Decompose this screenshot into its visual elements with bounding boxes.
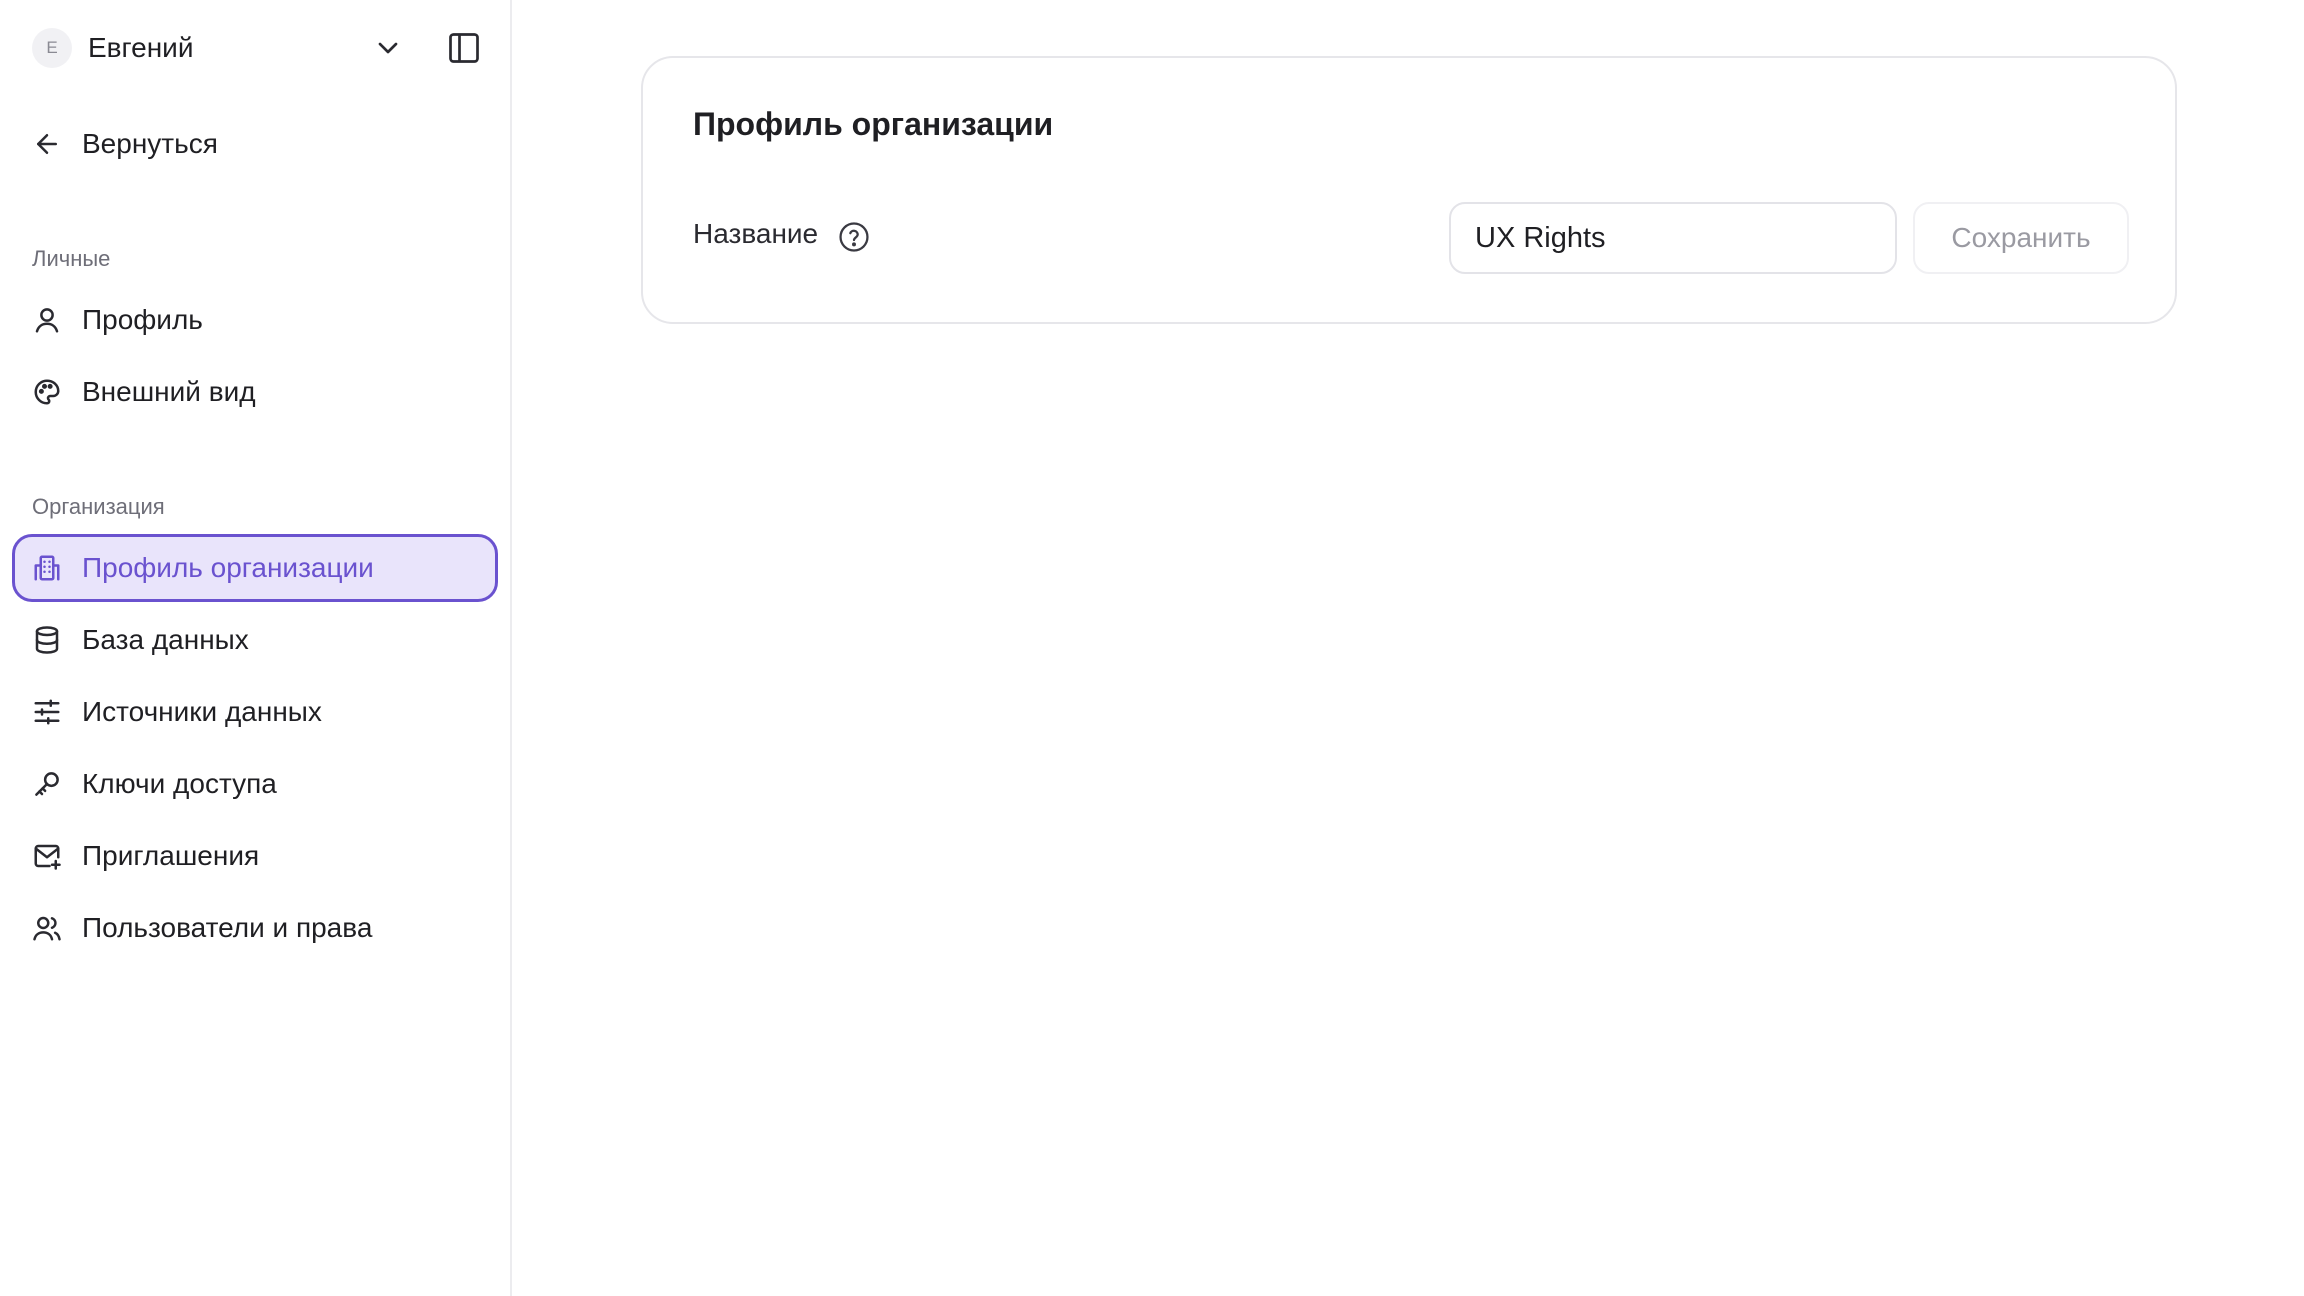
organization-name-input[interactable] (1449, 202, 1897, 274)
sidebar-item-label: Профиль организации (82, 552, 374, 583)
sidebar-item-label: Ключи доступа (82, 768, 277, 799)
sidebar-item-label: Внешний вид (82, 376, 256, 407)
sidebar-item-appearance[interactable]: Внешний вид (12, 358, 498, 426)
sidebar-toggle-icon[interactable] (446, 30, 482, 66)
arrow-left-icon (37, 134, 57, 154)
sidebar-item-label: Пользователи и права (82, 912, 373, 943)
name-field-label: Название (693, 218, 819, 249)
sidebar-item-data-sources[interactable]: Источники данных (12, 678, 498, 746)
organization-profile-card: Профиль организации Название Сохранить (641, 56, 2177, 324)
users-icon (33, 916, 61, 941)
section-label-personal: Личные (32, 246, 111, 271)
sidebar-item-label: Профиль (82, 304, 203, 335)
section-label-organization: Организация (32, 494, 165, 519)
save-button[interactable]: Сохранить (1913, 202, 2129, 274)
sidebar-item-label: Приглашения (82, 840, 260, 871)
palette-icon (34, 379, 60, 405)
back-link[interactable]: Вернуться (32, 124, 218, 164)
sidebar-item-invitations[interactable]: Приглашения (12, 822, 498, 890)
sidebar-item-organization-profile[interactable]: Профиль организации (12, 534, 498, 602)
back-label: Вернуться (82, 128, 218, 159)
chevron-down-icon[interactable] (372, 32, 404, 64)
database-icon (35, 626, 59, 654)
user-name: Евгений (88, 32, 194, 63)
sidebar-item-users-and-permissions[interactable]: Пользователи и права (12, 894, 498, 962)
sidebar-item-database[interactable]: База данных (12, 606, 498, 674)
sliders-icon (34, 699, 60, 725)
user-switcher[interactable]: E Евгений (32, 26, 482, 70)
page-title: Профиль организации (693, 106, 1054, 142)
sidebar: E Евгений Вернуться Личные Профиль Внешн… (0, 0, 512, 1296)
sidebar-item-access-keys[interactable]: Ключи доступа (12, 750, 498, 818)
sidebar-item-label: База данных (82, 624, 249, 655)
settings-app: E Евгений Вернуться Личные Профиль Внешн… (0, 0, 2304, 1296)
key-icon (35, 772, 59, 796)
help-circle-icon[interactable] (837, 220, 871, 254)
avatar: E (32, 28, 72, 68)
user-icon (35, 308, 59, 333)
mail-plus-icon (34, 844, 61, 870)
building-icon (34, 555, 60, 581)
sidebar-item-profile[interactable]: Профиль (12, 286, 498, 354)
sidebar-item-label: Источники данных (82, 696, 322, 727)
